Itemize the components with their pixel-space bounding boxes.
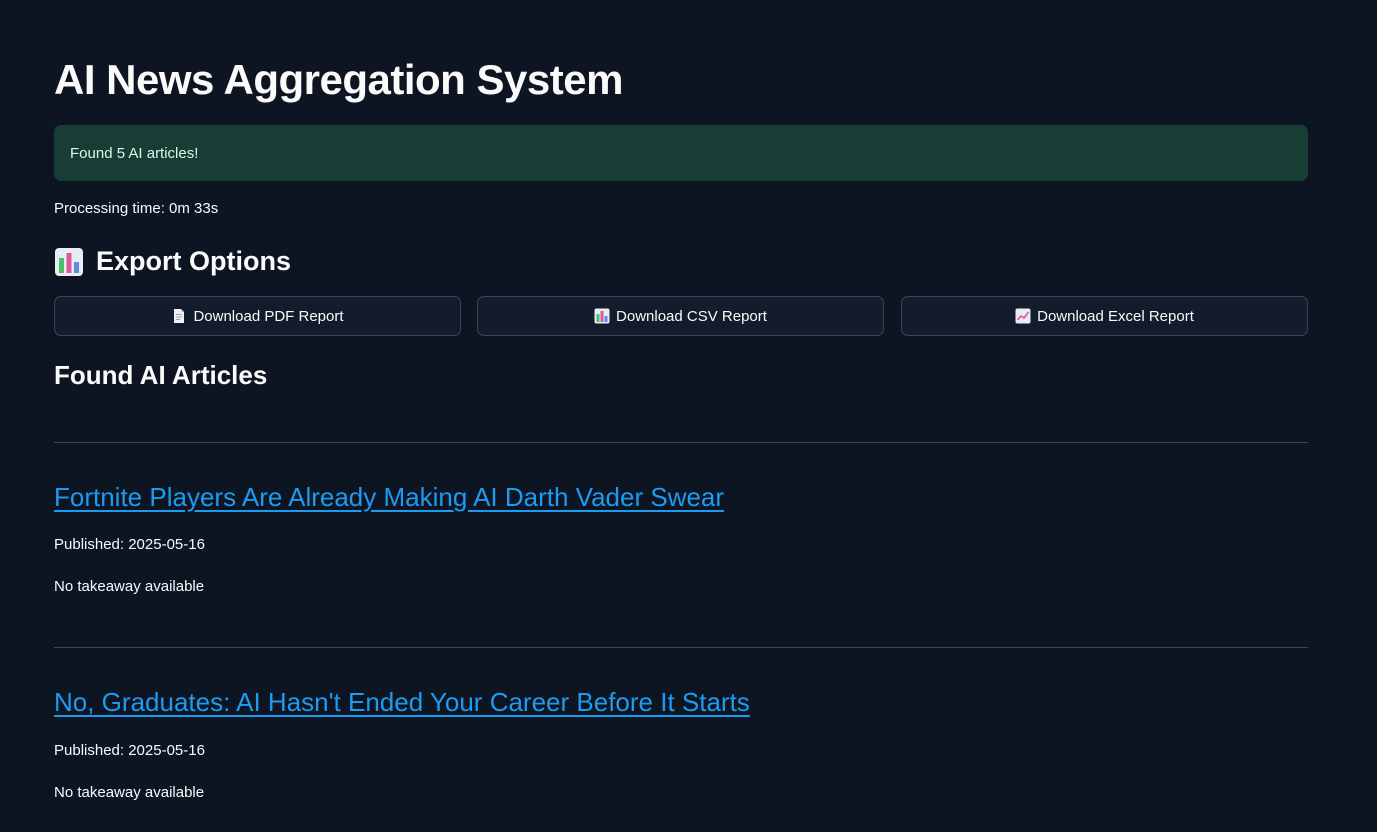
- export-options-label: Export Options: [96, 246, 291, 276]
- page-title: AI News Aggregation System: [54, 56, 623, 103]
- bar-chart-icon: [55, 247, 83, 276]
- download-pdf-button[interactable]: Download PDF Report: [54, 296, 461, 336]
- export-button-row: Download PDF Report Download CSV Report …: [54, 296, 1308, 336]
- app-page: AI News Aggregation System Found 5 AI ar…: [0, 0, 1377, 832]
- line-chart-icon: [1015, 308, 1031, 324]
- article-takeaway: No takeaway available: [54, 578, 205, 595]
- document-icon: [174, 309, 185, 323]
- article-title-link[interactable]: Fortnite Players Are Already Making AI D…: [54, 482, 724, 513]
- bar-chart-icon: [594, 308, 610, 324]
- download-csv-button[interactable]: Download CSV Report: [477, 296, 884, 336]
- article-published-date: Published: 2025-05-16: [54, 536, 205, 553]
- download-csv-label: Download CSV Report: [616, 307, 767, 325]
- download-pdf-label: Download PDF Report: [193, 307, 344, 325]
- article-title-link[interactable]: No, Graduates: AI Hasn't Ended Your Care…: [54, 687, 750, 718]
- download-excel-label: Download Excel Report: [1037, 307, 1194, 325]
- article-published-date: Published: 2025-05-16: [54, 742, 205, 759]
- success-message: Found 5 AI articles!: [70, 144, 199, 162]
- processing-time: Processing time: 0m 33s: [54, 200, 219, 217]
- found-articles-heading: Found AI Articles: [54, 360, 268, 390]
- divider: [54, 647, 1308, 648]
- download-excel-button[interactable]: Download Excel Report: [901, 296, 1308, 336]
- success-alert: Found 5 AI articles!: [54, 125, 1308, 181]
- export-options-heading: Export Options: [54, 246, 291, 277]
- article-takeaway: No takeaway available: [54, 784, 205, 801]
- divider: [54, 442, 1308, 443]
